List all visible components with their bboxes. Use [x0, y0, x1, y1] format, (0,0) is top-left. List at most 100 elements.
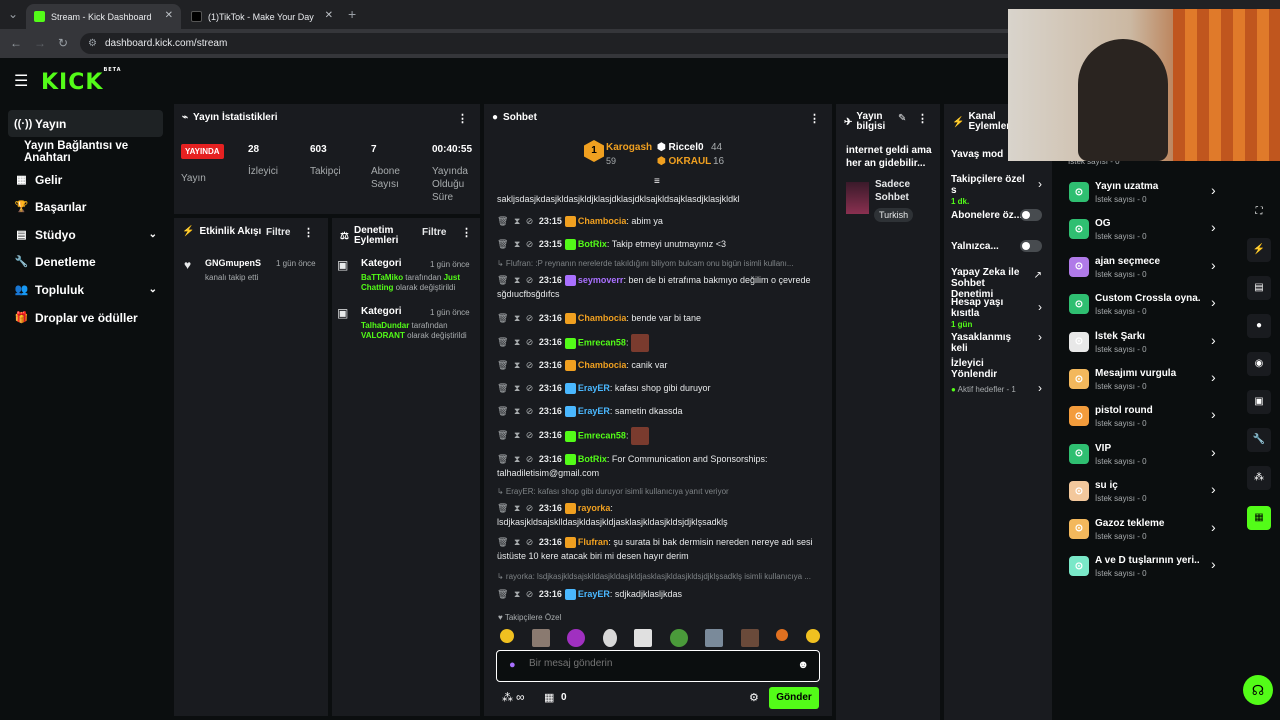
chevron-right-icon[interactable]: ›: [1211, 481, 1216, 497]
sidebar-item-stream-key[interactable]: Yayın Bağlantısı ve Anahtarı: [18, 138, 173, 165]
action-followers-only[interactable]: Takipçilere özel s1 dk.: [951, 174, 1029, 207]
reward-item[interactable]: ⊙ ajan seçmece İstek sayısı - 0 ›: [1066, 253, 1236, 287]
subscribers-only-toggle[interactable]: [1020, 209, 1042, 221]
ban-icon[interactable]: ⊘: [526, 430, 534, 440]
more-options-icon[interactable]: ⋮: [303, 226, 314, 239]
ban-icon[interactable]: ⊘: [526, 589, 534, 599]
timeout-icon[interactable]: ⧗: [514, 337, 520, 347]
chat-bubble-icon[interactable]: ●: [1247, 314, 1271, 338]
connections-icon[interactable]: ⁂: [502, 691, 513, 704]
close-tab-icon[interactable]: ✕: [325, 10, 333, 21]
sidebar-item-gelir[interactable]: ▦ Gelir: [8, 166, 163, 193]
chevron-right-icon[interactable]: ›: [1211, 332, 1216, 348]
ban-icon[interactable]: ⊘: [526, 239, 534, 249]
timeout-icon[interactable]: ⧗: [514, 503, 520, 513]
delete-message-icon[interactable]: 🗑: [497, 216, 508, 226]
chat-input-box[interactable]: ● ☻: [496, 650, 820, 682]
reward-item[interactable]: ⊙ A ve D tuşlarının yeri... İstek sayısı -…: [1066, 552, 1236, 586]
chevron-right-icon[interactable]: ›: [1211, 444, 1216, 460]
message-username[interactable]: BotRix: [578, 239, 607, 249]
message-username[interactable]: Flufran: [578, 537, 609, 547]
stream-tag[interactable]: Turkish: [874, 208, 914, 222]
timeout-icon[interactable]: ⧗: [514, 454, 520, 464]
reward-item[interactable]: ⊙ İstek Şarkı İstek sayısı - 0 ›: [1066, 328, 1236, 362]
delete-message-icon[interactable]: 🗑: [497, 503, 508, 513]
top-user-name[interactable]: Karogash: [606, 142, 652, 153]
emote-icon[interactable]: [567, 629, 586, 647]
reward-item[interactable]: ⊙ Yayın uzatma İstek sayısı - 0 ›: [1066, 178, 1236, 212]
delete-message-icon[interactable]: 🗑: [497, 337, 508, 347]
action-only[interactable]: Yalnızca...: [951, 241, 1029, 252]
more-options-icon[interactable]: ⋮: [809, 112, 820, 125]
more-options-icon[interactable]: ⋮: [457, 112, 468, 125]
message-username[interactable]: Emrecan58: [578, 337, 626, 347]
site-info-icon[interactable]: ⚙: [88, 33, 97, 54]
ban-icon[interactable]: ⊘: [526, 360, 534, 370]
tab-tiktok[interactable]: (1)TikTok - Make Your Day ✕: [183, 4, 341, 29]
timeout-icon[interactable]: ⧗: [514, 313, 520, 323]
message-username[interactable]: ErayER: [578, 383, 610, 393]
mic-icon[interactable]: ●: [509, 659, 516, 671]
action-raid[interactable]: İzleyici Yönlendir: [951, 358, 1029, 380]
emote-icon[interactable]: [531, 629, 550, 647]
action-account-age[interactable]: Hesap yaşı kısıtla 1 gün: [951, 297, 1029, 330]
reward-item[interactable]: ⊙ su iç İstek sayısı - 0 ›: [1066, 477, 1236, 511]
more-options-icon[interactable]: ⋮: [461, 226, 472, 239]
chevron-right-icon[interactable]: ›: [1038, 330, 1042, 344]
top-user-2[interactable]: ⬢ Riccel0: [657, 142, 704, 153]
ban-icon[interactable]: ⊘: [526, 313, 534, 323]
chat-settings-gear-icon[interactable]: ⚙: [749, 691, 759, 704]
message-username[interactable]: Chambocia: [578, 313, 627, 323]
message-username[interactable]: Chambocia: [578, 216, 627, 226]
message-username[interactable]: ErayER: [578, 589, 610, 599]
users-icon[interactable]: ⁂: [1247, 466, 1271, 490]
timeout-icon[interactable]: ⧗: [514, 239, 520, 249]
timeout-icon[interactable]: ⧗: [514, 360, 520, 370]
message-username[interactable]: seymoverr: [578, 275, 624, 285]
fullscreen-icon[interactable]: ⛶: [1247, 200, 1271, 224]
emote-icon[interactable]: [669, 629, 688, 647]
reload-icon[interactable]: ↻: [58, 36, 68, 50]
store-icon[interactable]: ▦: [544, 691, 554, 704]
ban-icon[interactable]: ⊘: [526, 216, 534, 226]
emote-icon[interactable]: [634, 629, 653, 647]
collapse-icon[interactable]: ≡: [654, 176, 660, 187]
delete-message-icon[interactable]: 🗑: [497, 406, 508, 416]
emote-icon[interactable]: [602, 629, 617, 647]
reward-item[interactable]: ⊙ Custom Crossla oyna... İstek sayısı - 0 ›: [1066, 290, 1236, 324]
message-username[interactable]: BotRix: [578, 454, 607, 464]
wrench-icon[interactable]: 🔧: [1247, 428, 1271, 452]
sidebar-item-denetleme[interactable]: 🔧 Denetleme: [8, 248, 163, 275]
more-options-icon[interactable]: ⋮: [917, 112, 928, 125]
delete-message-icon[interactable]: 🗑: [497, 360, 508, 370]
action-active-goals[interactable]: ● Aktif hedefler - 1: [951, 384, 1029, 395]
timeout-icon[interactable]: ⧗: [514, 589, 520, 599]
only-toggle[interactable]: [1020, 240, 1042, 252]
timeout-icon[interactable]: ⧗: [514, 216, 520, 226]
delete-message-icon[interactable]: 🗑: [497, 313, 508, 323]
chevron-right-icon[interactable]: ›: [1211, 556, 1216, 572]
chat-message-input[interactable]: [529, 658, 789, 669]
chevron-right-icon[interactable]: ›: [1211, 219, 1216, 235]
category-thumbnail[interactable]: [846, 182, 869, 214]
ban-icon[interactable]: ⊘: [526, 454, 534, 464]
timeout-icon[interactable]: ⧗: [514, 406, 520, 416]
delete-message-icon[interactable]: 🗑: [497, 430, 508, 440]
delete-message-icon[interactable]: 🗑: [497, 454, 508, 464]
timeout-icon[interactable]: ⧗: [514, 537, 520, 547]
forward-icon[interactable]: →: [34, 36, 46, 50]
sidebar-item-topluluk[interactable]: 👥 Topluluk ⌄: [8, 276, 163, 303]
ban-icon[interactable]: ⊘: [526, 275, 534, 285]
back-icon[interactable]: ←: [10, 36, 22, 50]
ban-icon[interactable]: ⊘: [526, 503, 534, 513]
hamburger-menu-icon[interactable]: ☰: [14, 71, 28, 91]
emote-icon[interactable]: [805, 629, 820, 643]
sidebar-item-yayin[interactable]: ((·)) Yayın: [8, 110, 163, 137]
action-subscribers-only[interactable]: Abonelere öz...: [951, 210, 1029, 221]
chevron-right-icon[interactable]: ›: [1038, 300, 1042, 314]
ban-icon[interactable]: ⊘: [526, 383, 534, 393]
chevron-right-icon[interactable]: ›: [1211, 406, 1216, 422]
tab-kick-dashboard[interactable]: Stream - Kick Dashboard ✕: [26, 4, 181, 29]
chevron-right-icon[interactable]: ›: [1211, 294, 1216, 310]
chevron-right-icon[interactable]: ›: [1038, 177, 1042, 191]
